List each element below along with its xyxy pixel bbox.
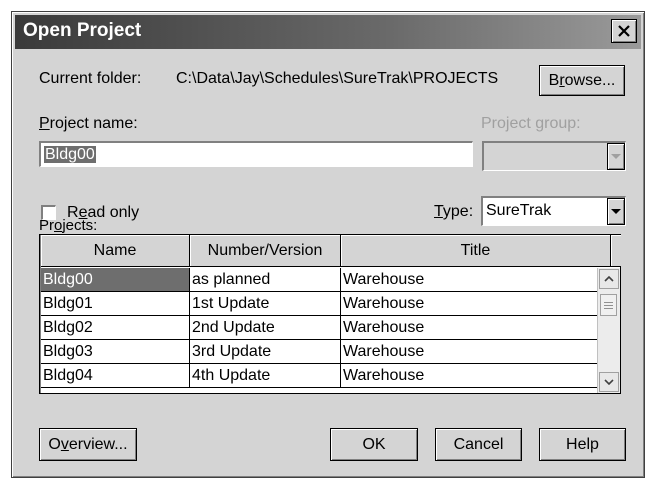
close-button[interactable] bbox=[611, 19, 637, 43]
row-name-cell: Bldg00 bbox=[41, 268, 190, 292]
row-title-cell: Warehouse bbox=[341, 316, 611, 340]
column-header-filler bbox=[611, 235, 621, 267]
scroll-down-icon bbox=[604, 379, 614, 385]
row-name-cell: Bldg02 bbox=[41, 316, 190, 340]
scroll-up-icon bbox=[604, 276, 614, 282]
overview-button[interactable]: Ov erview... bbox=[39, 428, 137, 461]
project-group-label: Project group: bbox=[481, 115, 581, 132]
row-title-cell: Warehouse bbox=[341, 364, 611, 388]
row-version-cell: as planned bbox=[190, 268, 341, 292]
type-dropdown[interactable]: SureTrak bbox=[481, 196, 626, 226]
project-name-label-rest: roject name: bbox=[49, 115, 138, 132]
scroll-down-button[interactable] bbox=[599, 372, 619, 392]
type-label-u: T bbox=[434, 203, 443, 220]
row-version-cell: 1st Update bbox=[190, 292, 341, 316]
projects-label-a: Pr bbox=[39, 217, 54, 234]
project-group-dropdown[interactable] bbox=[482, 141, 626, 171]
type-label: Type: bbox=[434, 203, 473, 221]
row-name-cell: Bldg03 bbox=[41, 340, 190, 364]
projects-label: Projects: bbox=[39, 217, 97, 234]
browse-button[interactable]: Br owse... bbox=[539, 65, 625, 96]
row-name-cell: Bldg01 bbox=[41, 292, 190, 316]
ok-button[interactable]: OK bbox=[330, 428, 418, 461]
row-version-cell: 4th Update bbox=[190, 364, 341, 388]
type-label-rest: ype: bbox=[442, 203, 474, 220]
title-bar[interactable]: Open Project bbox=[15, 15, 641, 49]
column-header-number-version[interactable]: Number/Version bbox=[190, 235, 341, 267]
scroll-thumb[interactable] bbox=[600, 294, 617, 316]
row-title-cell: Warehouse bbox=[341, 340, 611, 364]
scroll-up-button[interactable] bbox=[599, 269, 619, 289]
projects-label-c: jects: bbox=[62, 217, 98, 234]
current-folder-label: Current folder: bbox=[39, 70, 142, 87]
browse-label-c: owse... bbox=[564, 71, 616, 89]
close-icon bbox=[618, 25, 630, 37]
current-folder-path: C:\Data\Jay\Schedules\SureTrak\PROJECTS bbox=[176, 70, 499, 87]
project-name-label-u: P bbox=[39, 115, 50, 132]
chevron-down-icon bbox=[611, 153, 621, 159]
projects-scrollbar[interactable] bbox=[597, 268, 620, 393]
type-dropdown-button[interactable] bbox=[607, 198, 625, 225]
column-header-title[interactable]: Title bbox=[341, 235, 611, 267]
row-title-cell: Warehouse bbox=[341, 292, 611, 316]
overview-label-c: erview... bbox=[68, 435, 128, 453]
project-name-label: Project name: bbox=[39, 115, 138, 133]
project-name-input[interactable]: Bldg00 bbox=[39, 141, 473, 167]
row-name-cell: Bldg04 bbox=[41, 364, 190, 388]
column-header-name[interactable]: Name bbox=[41, 235, 190, 267]
browse-label-a: B bbox=[548, 71, 560, 89]
open-project-dialog: Open Project Current folder: C:\Data\Jay… bbox=[11, 11, 645, 478]
type-value: SureTrak bbox=[486, 202, 552, 219]
row-title-cell: Warehouse bbox=[341, 268, 611, 292]
row-version-cell: 3rd Update bbox=[190, 340, 341, 364]
cancel-button[interactable]: Cancel bbox=[435, 428, 522, 461]
overview-label-b: v bbox=[60, 435, 69, 453]
project-name-value: Bldg00 bbox=[44, 146, 96, 163]
overview-label-a: O bbox=[48, 435, 61, 453]
project-group-dropdown-button[interactable] bbox=[607, 143, 625, 170]
projects-list[interactable]: Name Number/Version Title Bldg00 as plan… bbox=[39, 234, 621, 394]
row-version-cell: 2nd Update bbox=[190, 316, 341, 340]
window-title: Open Project bbox=[23, 20, 142, 41]
help-button[interactable]: Help bbox=[539, 428, 626, 461]
chevron-down-icon bbox=[611, 208, 621, 214]
